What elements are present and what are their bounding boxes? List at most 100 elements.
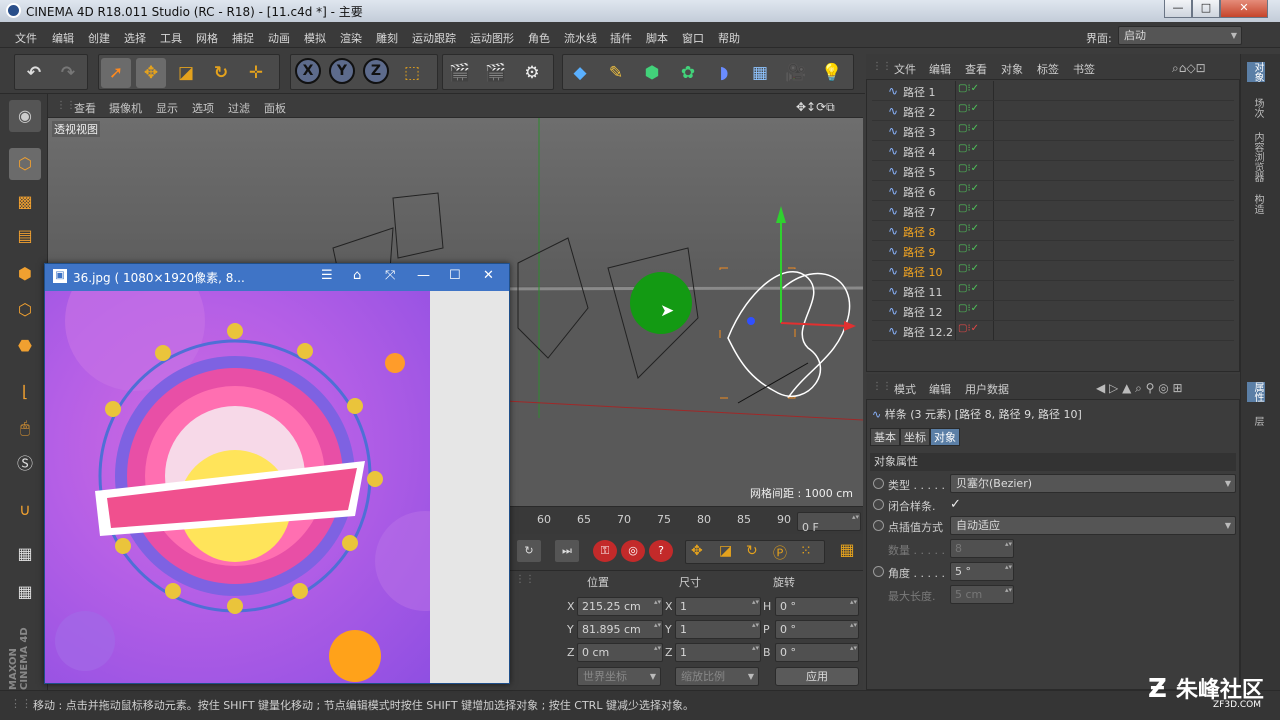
menu-render[interactable]: 渲染: [340, 30, 362, 46]
rotate-icon[interactable]: ↻: [206, 58, 236, 88]
camera-icon[interactable]: 🎥: [781, 58, 811, 88]
attr-menu-userdata[interactable]: 用户数据: [965, 381, 1009, 397]
planar-workplane-icon[interactable]: ▦: [9, 576, 41, 608]
menu-window[interactable]: 窗口: [682, 30, 704, 46]
object-row[interactable]: ∿ 路径 5 ▢⁝✓: [872, 161, 1234, 181]
deformer-icon[interactable]: ◗: [709, 58, 739, 88]
image-fullscreen-icon[interactable]: ⤧: [385, 268, 395, 283]
viewport-menu-display[interactable]: 显示: [156, 100, 178, 116]
image-viewer-window[interactable]: ▣ 36.jpg ( 1080×1920像素, 8... ☰ ⌂ ⤧ — ☐ ✕: [44, 263, 510, 684]
menu-help[interactable]: 帮助: [718, 30, 740, 46]
viewport-menu-camera[interactable]: 摄像机: [109, 100, 142, 116]
sidetab-attributes[interactable]: 属性: [1247, 382, 1265, 402]
menu-create[interactable]: 创建: [88, 30, 110, 46]
object-row[interactable]: ∿ 路径 11 ▢⁝✓: [872, 281, 1234, 301]
menu-motion-tracking[interactable]: 运动跟踪: [412, 30, 456, 46]
object-row[interactable]: ∿ 路径 7 ▢⁝✓: [872, 201, 1234, 221]
apply-button[interactable]: 应用: [775, 667, 859, 686]
x-axis-icon[interactable]: X: [295, 58, 321, 84]
image-pin-icon[interactable]: ⌂: [353, 268, 361, 283]
workplane-icon[interactable]: ▤: [9, 220, 41, 252]
sidetab-layers[interactable]: 层: [1247, 416, 1265, 426]
obj-menu-object[interactable]: 对象: [1001, 61, 1023, 77]
close-button[interactable]: ✕: [1220, 0, 1268, 18]
tab-object[interactable]: 对象: [930, 428, 960, 446]
autokey-icon[interactable]: ◎: [621, 540, 645, 562]
live-select-icon[interactable]: ➚: [101, 58, 131, 88]
render-view-icon[interactable]: 🎬: [445, 58, 475, 88]
frame-field[interactable]: 0 F: [797, 512, 861, 534]
object-row[interactable]: ∿ 路径 12 ▢⁝✓: [872, 301, 1234, 321]
snap-icon[interactable]: Ⓢ: [9, 448, 41, 480]
make-editable-icon[interactable]: ◉: [9, 100, 41, 132]
menu-animate[interactable]: 动画: [268, 30, 290, 46]
anim-dot-icon[interactable]: [873, 566, 884, 577]
sidetab-content-browser[interactable]: 内容浏览器: [1247, 132, 1265, 182]
interpolation-dropdown[interactable]: 自动适应: [950, 516, 1236, 535]
cube-icon[interactable]: ◆: [565, 58, 595, 88]
obj-menu-edit[interactable]: 编辑: [929, 61, 951, 77]
viewport-nav-icons[interactable]: ✥↕⟳⧉: [796, 100, 835, 115]
menu-file[interactable]: 文件: [15, 30, 37, 46]
y-axis-icon[interactable]: Y: [329, 58, 355, 84]
visibility-icon[interactable]: ▢⁝✓: [958, 243, 986, 259]
object-row-selected[interactable]: ∿ 路径 9 ▢⁝✓: [872, 241, 1234, 261]
type-dropdown[interactable]: 贝塞尔(Bezier): [950, 474, 1236, 493]
light-icon[interactable]: 💡: [817, 58, 847, 88]
viewport-menu-view[interactable]: 查看: [74, 100, 96, 116]
points-mode-icon[interactable]: ⬢: [9, 258, 41, 290]
rotation-h-field[interactable]: 0 °: [775, 597, 859, 616]
magnet-icon[interactable]: ∪: [9, 494, 41, 526]
menu-mesh[interactable]: 网格: [196, 30, 218, 46]
size-z-field[interactable]: 1: [675, 643, 761, 662]
model-mode-icon[interactable]: ⬡: [9, 148, 41, 180]
world-coords-dropdown[interactable]: 世界坐标: [577, 667, 661, 686]
max-length-field[interactable]: 5 cm: [950, 585, 1014, 604]
image-viewer-titlebar[interactable]: ▣ 36.jpg ( 1080×1920像素, 8... ☰ ⌂ ⤧ — ☐ ✕: [45, 264, 509, 291]
key-scale-icon[interactable]: ◪: [719, 543, 732, 559]
visibility-icon[interactable]: ▢⁝✓: [958, 303, 986, 319]
visibility-icon[interactable]: ▢⁝✓: [958, 223, 986, 239]
angle-field[interactable]: 5 °: [950, 562, 1014, 581]
menu-sculpt[interactable]: 雕刻: [376, 30, 398, 46]
redo-icon[interactable]: ↷: [53, 58, 83, 88]
rotation-p-field[interactable]: 0 °: [775, 620, 859, 639]
sidetab-objects[interactable]: 对象: [1247, 62, 1265, 82]
visibility-icon[interactable]: ▢⁝✓: [958, 183, 986, 199]
visibility-icon[interactable]: ▢⁝✓: [958, 143, 986, 159]
pen-icon[interactable]: ✎: [601, 58, 631, 88]
scale-icon[interactable]: ◪: [171, 58, 201, 88]
tab-basic[interactable]: 基本: [870, 428, 900, 446]
scale-mode-dropdown[interactable]: 缩放比例: [675, 667, 759, 686]
minimize-button[interactable]: —: [1164, 0, 1192, 18]
menu-script[interactable]: 脚本: [646, 30, 668, 46]
visibility-icon[interactable]: ▢⁝✓: [958, 283, 986, 299]
menu-plugins[interactable]: 插件: [610, 30, 632, 46]
object-row[interactable]: ∿ 路径 1 ▢⁝✓: [872, 81, 1234, 101]
object-row-selected[interactable]: ∿ 路径 8 ▢⁝✓: [872, 221, 1234, 241]
key-param-icon[interactable]: Ⓟ: [773, 543, 787, 563]
timeline-ruler[interactable]: 60 65 70 75 80 85 90 0 F: [509, 506, 863, 534]
visibility-icon[interactable]: ▢⁝✓: [958, 83, 986, 99]
anim-dot-icon[interactable]: [873, 499, 884, 510]
obj-menu-bookmarks[interactable]: 书签: [1073, 61, 1095, 77]
tab-coordinates[interactable]: 坐标: [900, 428, 930, 446]
viewport-menu-panel[interactable]: 面板: [264, 100, 286, 116]
render-settings-icon[interactable]: ⚙: [517, 58, 547, 88]
sidetab-structure[interactable]: 构造: [1247, 194, 1265, 214]
viewport-menu-options[interactable]: 选项: [192, 100, 214, 116]
rotation-b-field[interactable]: 0 °: [775, 643, 859, 662]
axis-mode-icon[interactable]: ⌊: [9, 376, 41, 408]
key-rotation-icon[interactable]: ↻: [746, 543, 758, 559]
menu-character[interactable]: 角色: [528, 30, 550, 46]
goto-end-icon[interactable]: ⏭: [555, 540, 579, 562]
menu-tools[interactable]: 工具: [160, 30, 182, 46]
film-icon[interactable]: ▦: [835, 540, 859, 564]
position-z-field[interactable]: 0 cm: [577, 643, 663, 662]
viewport-menu-filter[interactable]: 过滤: [228, 100, 250, 116]
count-field[interactable]: 8: [950, 539, 1014, 558]
subdivision-icon[interactable]: ⬢: [637, 58, 667, 88]
edges-mode-icon[interactable]: ⬡: [9, 294, 41, 326]
menu-pipeline[interactable]: 流水线: [564, 30, 597, 46]
maximize-button[interactable]: □: [1192, 0, 1220, 18]
